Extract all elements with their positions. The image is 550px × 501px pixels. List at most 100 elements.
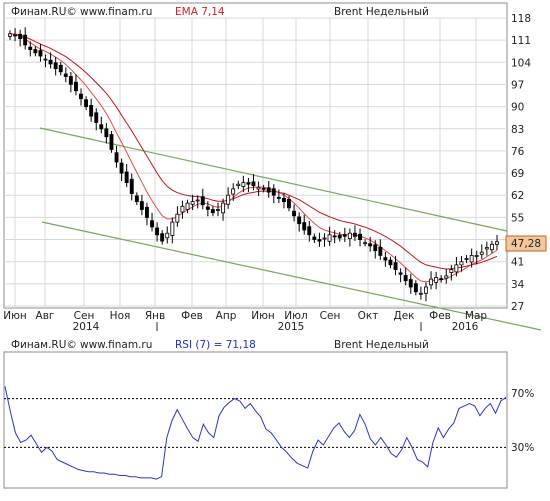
candle-body <box>368 243 373 247</box>
candle-body <box>221 202 225 214</box>
candle-body <box>63 73 68 77</box>
candle-body <box>327 234 332 242</box>
candle-body <box>226 194 231 205</box>
candle-body <box>373 244 378 252</box>
candle-body <box>13 34 17 37</box>
candle-body <box>489 243 494 251</box>
candle-body <box>444 275 449 279</box>
candle-body <box>337 234 342 239</box>
last-price-label-text: 47,28 <box>511 238 541 250</box>
candle-body <box>276 196 281 199</box>
candle-body <box>48 59 53 65</box>
candle-body <box>38 50 43 57</box>
price-x-tick-label: Ноя <box>110 310 131 322</box>
candle-body <box>423 286 428 294</box>
price-y-tick-label: 69 <box>511 168 524 180</box>
candle-body <box>322 237 327 240</box>
candle-body <box>18 33 23 39</box>
price-y-tick-label: 118 <box>511 13 531 25</box>
candle-body <box>160 233 165 242</box>
candle-body <box>114 152 119 163</box>
candle-body <box>261 187 266 190</box>
candle-body <box>94 112 99 123</box>
candle-body <box>210 209 215 214</box>
candle-body <box>302 222 307 231</box>
candle-body <box>53 62 58 70</box>
candle-body <box>292 210 296 217</box>
price-x-axis: Июн Авг Сен Ноя Янв Фев Апр Июн Июл Сен Окт Дек Фев М… <box>3 310 487 333</box>
candle-body <box>439 278 444 281</box>
price-year-label: 2015 <box>278 321 305 333</box>
candle-body <box>68 76 73 85</box>
rsi-header-title: Brent Недельный <box>334 339 429 351</box>
chart-canvas: 1181111049790837669625548413427 ИюнАвгСе… <box>3 2 547 489</box>
candle-body <box>347 232 352 239</box>
candle-body <box>266 187 271 193</box>
price-year-label: 2016 <box>452 321 479 333</box>
candle-body <box>144 206 149 218</box>
candle-body <box>479 251 484 255</box>
candle-body <box>312 236 317 240</box>
candle-body <box>281 197 286 202</box>
price-x-tick-label: Июн <box>3 310 27 322</box>
candle-body <box>109 134 114 150</box>
candle-body <box>205 206 210 210</box>
candle-body <box>180 205 185 213</box>
candle-body <box>139 201 144 210</box>
price-panel-frame <box>3 2 508 309</box>
last-price-label: 47,28 <box>505 235 547 252</box>
candle-body <box>464 258 469 260</box>
price-header: Финам.RU© www.finam.ru EMA 7,14 Brent Не… <box>11 6 429 18</box>
price-header-ema: EMA 7,14 <box>175 6 225 18</box>
candle-body <box>79 93 83 100</box>
price-x-tick-label: Дек <box>393 310 414 322</box>
candle-body <box>408 279 413 288</box>
candle-body <box>398 272 403 275</box>
price-x-tick-label: Фев <box>181 310 203 322</box>
price-y-axis: 1181111049790837669625548413427 <box>511 13 531 313</box>
candle-body <box>378 246 383 256</box>
rsi-header-site: www.finam.ru <box>80 339 152 351</box>
candle-body <box>170 221 175 236</box>
price-x-tick-label: Янв <box>145 310 165 322</box>
price-panel: 1181111049790837669625548413427 ИюнАвгСе… <box>3 2 547 333</box>
candle-body <box>124 171 129 184</box>
candle-body <box>286 198 291 209</box>
price-y-tick-label: 76 <box>511 146 525 158</box>
candle-body <box>393 262 398 271</box>
candle-body <box>99 124 104 130</box>
candle-body <box>403 275 408 282</box>
price-year-label: 2014 <box>73 321 100 333</box>
candle-body <box>134 195 139 202</box>
price-x-tick-label: Сен <box>320 310 341 322</box>
rsi-ref-label-30: 30% <box>511 442 534 454</box>
candle-body <box>434 277 439 283</box>
rsi-panel-frame <box>3 351 508 489</box>
price-y-tick-label: 97 <box>511 79 524 91</box>
candle-body <box>129 178 134 194</box>
candle-body <box>28 46 33 50</box>
price-y-tick-label: 41 <box>511 257 524 269</box>
price-x-tick-label: Июн <box>251 310 275 322</box>
price-y-tick-label: 62 <box>511 190 524 202</box>
price-header-source: Финам.RU© <box>11 6 77 18</box>
candle-body <box>413 283 418 293</box>
price-header-site: www.finam.ru <box>80 6 152 18</box>
candle-body <box>84 99 88 108</box>
candle-body <box>236 183 241 186</box>
candle-body <box>454 264 459 273</box>
candle-body <box>104 128 109 138</box>
candle-body <box>231 188 236 195</box>
candle-body <box>358 233 362 240</box>
price-y-tick-label: 55 <box>511 212 524 224</box>
candle-body <box>23 34 28 46</box>
price-y-tick-label: 104 <box>511 57 531 69</box>
price-x-tick-label: Авг <box>36 310 55 322</box>
price-y-tick-label: 83 <box>511 124 524 136</box>
candle-body <box>474 254 479 257</box>
candle-body <box>469 254 474 263</box>
candle-body <box>297 216 302 225</box>
candle-body <box>484 247 489 250</box>
price-y-tick-label: 90 <box>511 102 524 114</box>
candle-body <box>241 182 246 187</box>
